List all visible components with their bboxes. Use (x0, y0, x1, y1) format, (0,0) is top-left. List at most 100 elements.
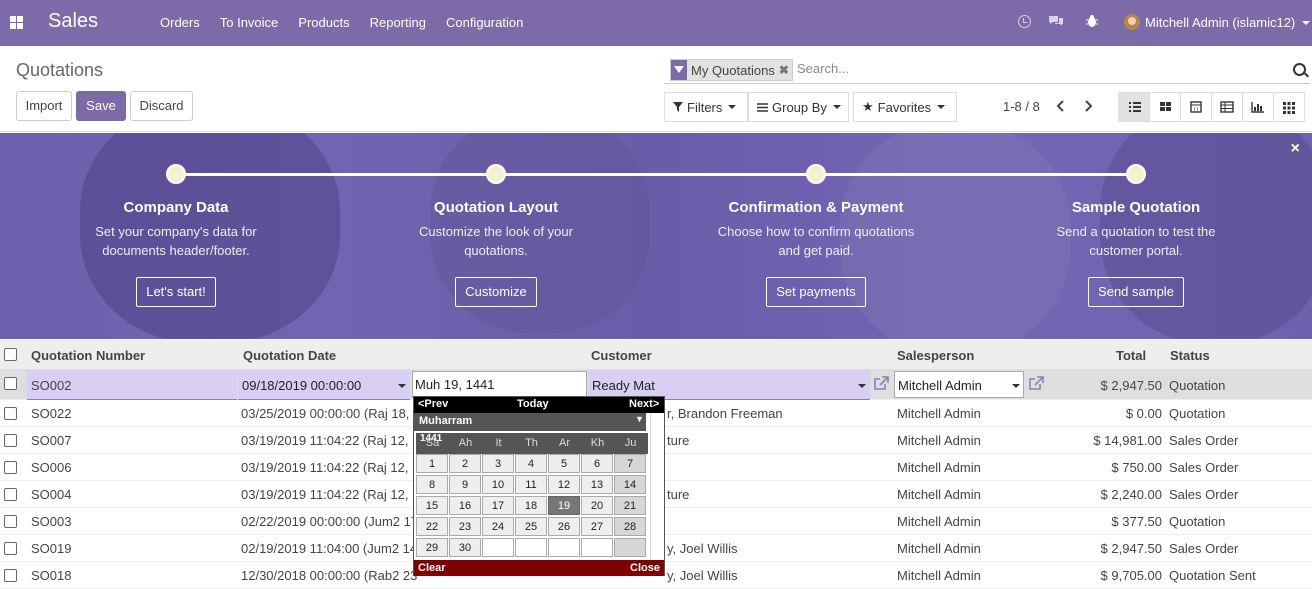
list-view-icon[interactable] (1118, 92, 1150, 122)
messaging-chat-icon[interactable] (1048, 14, 1064, 28)
dp-day-cell[interactable]: 2 (449, 454, 481, 473)
group-by-dropdown[interactable]: Group By (748, 92, 849, 122)
grid-view-icon[interactable] (1273, 92, 1305, 122)
lets-start-button[interactable]: Let's start! (136, 277, 216, 307)
dp-day-cell[interactable]: 17 (482, 496, 514, 515)
search-input[interactable]: Search... (797, 61, 849, 76)
user-menu-caret-icon[interactable] (1302, 21, 1310, 25)
dp-day-cell[interactable]: 22 (416, 517, 448, 536)
external-link-icon[interactable] (874, 376, 889, 390)
dp-day-cell[interactable]: 9 (449, 475, 481, 494)
dp-day-cell[interactable]: 23 (449, 517, 481, 536)
dp-day-cell[interactable]: 12 (548, 475, 580, 494)
dp-next-link[interactable]: Next> (629, 398, 659, 410)
menu-configuration[interactable]: Configuration (446, 15, 523, 30)
app-brand[interactable]: Sales (48, 10, 98, 33)
calendar-view-icon[interactable] (1180, 92, 1212, 122)
dp-empty-cell (614, 538, 646, 557)
dp-day-cell[interactable]: 20 (581, 496, 613, 515)
set-payments-button[interactable]: Set payments (766, 277, 866, 307)
pivot-view-icon[interactable] (1211, 92, 1243, 122)
col-quotation-date[interactable]: Quotation Date (243, 348, 336, 363)
banner-close-icon[interactable]: × (1291, 140, 1300, 158)
col-quotation-number[interactable]: Quotation Number (31, 348, 145, 363)
dp-day-cell[interactable]: 14 (614, 475, 646, 494)
row-checkbox[interactable] (4, 542, 17, 555)
external-link-icon[interactable] (1029, 376, 1044, 390)
row-checkbox[interactable] (4, 377, 17, 390)
row-checkbox[interactable] (4, 488, 17, 501)
graph-view-icon[interactable] (1242, 92, 1274, 122)
filters-dropdown[interactable]: Filters (664, 92, 748, 122)
pager-next-icon[interactable] (1081, 98, 1095, 114)
dp-day-cell[interactable]: 29 (416, 538, 448, 557)
dp-day-cell[interactable]: 8 (416, 475, 448, 494)
dp-month-label: Muharram (419, 415, 473, 427)
row-checkbox[interactable] (4, 461, 17, 474)
debug-bug-icon[interactable] (1086, 14, 1098, 28)
dp-day-cell[interactable]: 30 (449, 538, 481, 557)
customize-button[interactable]: Customize (455, 277, 537, 307)
search-icon[interactable] (1293, 63, 1306, 76)
dp-month-select[interactable]: Muharram ▼ (414, 413, 646, 431)
dp-scrollbar[interactable] (650, 413, 664, 560)
dp-day-cell[interactable]: 11 (515, 475, 547, 494)
facet-remove-icon[interactable]: ✖ (779, 63, 792, 77)
dp-day-cell[interactable]: 7 (614, 454, 646, 473)
dp-day-cell[interactable]: 1 (416, 454, 448, 473)
dp-day-cell[interactable]: 4 (515, 454, 547, 473)
row-total: $ 750.00 (1111, 460, 1162, 475)
discard-button[interactable]: Discard (130, 91, 193, 121)
kanban-view-icon[interactable] (1149, 92, 1181, 122)
dp-close-link[interactable]: Close (630, 562, 660, 574)
menu-reporting[interactable]: Reporting (370, 15, 426, 30)
user-name[interactable]: Mitchell Admin (islamic12) (1145, 15, 1295, 30)
dp-today-link[interactable]: Today (517, 398, 549, 410)
salesperson-select[interactable]: Mitchell Admin (894, 371, 1024, 398)
dp-day-cell[interactable]: 21 (614, 496, 646, 515)
send-sample-button[interactable]: Send sample (1088, 277, 1184, 307)
dp-year-select[interactable]: 1441 (420, 433, 442, 444)
row-checkbox[interactable] (4, 407, 17, 420)
import-button[interactable]: Import (16, 91, 72, 121)
dp-prev-link[interactable]: <Prev (418, 398, 448, 410)
step-desc: Choose how to confirm quotations (717, 224, 915, 239)
date-select[interactable]: 09/18/2019 00:00:00 (238, 370, 410, 400)
dp-day-cell[interactable]: 16 (449, 496, 481, 515)
dp-day-cell[interactable]: 10 (482, 475, 514, 494)
col-salesperson[interactable]: Salesperson (897, 348, 974, 363)
main-menu: Orders To Invoice Products Reporting Con… (160, 15, 523, 30)
row-checkbox[interactable] (4, 434, 17, 447)
pager-prev-icon[interactable] (1054, 98, 1068, 114)
dp-day-cell[interactable]: 19 (548, 496, 580, 515)
row-date: 03/19/2019 11:04:22 (Raj 12, (241, 433, 409, 448)
dp-clear-link[interactable]: Clear (418, 562, 446, 574)
col-customer[interactable]: Customer (591, 348, 652, 363)
dp-day-cell[interactable]: 6 (581, 454, 613, 473)
row-checkbox[interactable] (4, 515, 17, 528)
dp-day-cell[interactable]: 27 (581, 517, 613, 536)
menu-orders[interactable]: Orders (160, 15, 200, 30)
dp-day-cell[interactable]: 15 (416, 496, 448, 515)
col-total[interactable]: Total (1116, 348, 1146, 363)
menu-products[interactable]: Products (298, 15, 349, 30)
dp-day-cell[interactable]: 13 (581, 475, 613, 494)
pager-value[interactable]: 1-8 / 8 (1003, 99, 1040, 114)
dp-day-cell[interactable]: 5 (548, 454, 580, 473)
activity-clock-icon[interactable] (1018, 15, 1031, 28)
apps-menu-icon[interactable] (10, 16, 23, 29)
dp-day-cell[interactable]: 26 (548, 517, 580, 536)
dp-day-cell[interactable]: 24 (482, 517, 514, 536)
save-button[interactable]: Save (76, 91, 126, 121)
dp-day-cell[interactable]: 18 (515, 496, 547, 515)
dp-day-cell[interactable]: 3 (482, 454, 514, 473)
dp-day-cell[interactable]: 28 (614, 517, 646, 536)
user-avatar[interactable] (1124, 14, 1140, 30)
dp-day-cell[interactable]: 25 (515, 517, 547, 536)
favorites-dropdown[interactable]: ★ Favorites (853, 92, 957, 122)
hijri-date-input[interactable]: Muh 19, 1441 (412, 371, 587, 398)
select-all-checkbox[interactable] (4, 348, 17, 361)
number-field[interactable]: SO002 (27, 370, 237, 400)
menu-to-invoice[interactable]: To Invoice (220, 15, 279, 30)
col-status[interactable]: Status (1170, 348, 1210, 363)
